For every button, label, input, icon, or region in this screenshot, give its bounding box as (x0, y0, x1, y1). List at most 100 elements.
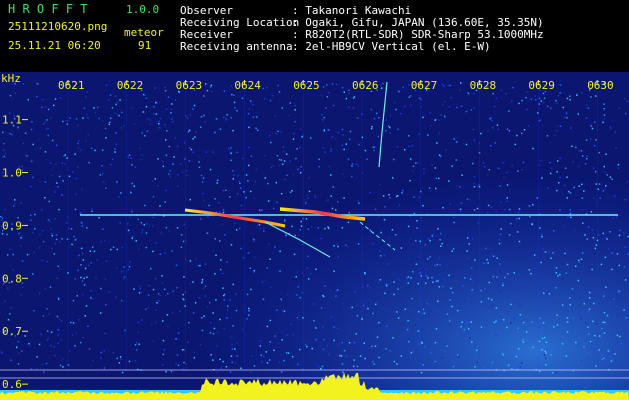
noise-dot (353, 365, 355, 368)
noise-dot (564, 252, 566, 255)
noise-dot (285, 153, 288, 155)
noise-dot (75, 193, 77, 196)
noise-dot (175, 338, 177, 340)
noise-dot (195, 258, 197, 261)
noise-dot (183, 361, 185, 364)
noise-dot (61, 238, 63, 240)
noise-dot (300, 225, 303, 227)
noise-dot (154, 178, 156, 180)
noise-dot (324, 285, 326, 287)
noise-dot (20, 237, 22, 239)
noise-dot (505, 92, 507, 95)
noise-dot (522, 161, 525, 164)
noise-dot (516, 134, 518, 137)
noise-dot (21, 235, 23, 237)
noise-dot (372, 146, 374, 149)
noise-dot (323, 129, 326, 132)
noise-dot (400, 247, 402, 249)
noise-dot (611, 268, 613, 271)
noise-dot (299, 147, 301, 149)
noise-dot (91, 298, 94, 300)
filename: 25111210620.png (8, 20, 108, 33)
noise-dot (576, 94, 578, 96)
noise-dot (294, 234, 296, 237)
noise-dot (555, 371, 557, 374)
noise-dot (422, 116, 424, 119)
noise-dot (384, 206, 386, 208)
noise-dot (161, 275, 163, 277)
noise-dot (299, 348, 301, 351)
noise-dot (384, 292, 386, 295)
noise-dot (77, 166, 79, 169)
noise-dot (30, 128, 33, 131)
noise-dot (553, 325, 555, 328)
noise-dot (206, 89, 209, 92)
noise-dot (239, 182, 241, 185)
noise-dot (451, 250, 453, 252)
noise-dot (331, 136, 334, 138)
noise-dot (291, 225, 293, 228)
noise-dot (364, 272, 366, 275)
noise-dot (70, 321, 72, 324)
noise-dot (483, 262, 485, 264)
noise-dot (2, 131, 4, 134)
noise-dot (598, 335, 601, 337)
noise-dot (443, 278, 445, 281)
noise-dot (598, 234, 600, 236)
noise-dot (408, 83, 410, 86)
noise-dot (148, 285, 150, 287)
noise-dot (364, 357, 366, 360)
noise-dot (585, 325, 588, 327)
noise-dot (575, 341, 577, 344)
noise-dot (170, 112, 172, 114)
noise-dot (595, 183, 597, 185)
noise-dot (189, 282, 191, 285)
noise-dot (434, 361, 437, 364)
noise-dot (487, 204, 490, 207)
noise-dot (328, 165, 330, 168)
x-tick-label: 0629 (528, 79, 555, 92)
noise-dot (617, 167, 620, 169)
noise-dot (393, 304, 395, 307)
noise-dot (119, 222, 121, 224)
noise-dot (34, 228, 36, 230)
noise-dot (436, 142, 438, 144)
noise-dot (78, 318, 80, 321)
noise-dot (300, 166, 302, 168)
noise-dot (232, 129, 234, 132)
noise-dot (588, 311, 590, 313)
noise-dot (236, 342, 238, 345)
noise-dot (237, 174, 239, 177)
noise-dot (230, 152, 232, 155)
noise-dot (172, 163, 174, 165)
noise-dot (229, 196, 231, 198)
noise-dot (585, 322, 587, 324)
noise-dot (379, 183, 381, 186)
noise-dot (605, 185, 607, 187)
noise-dot (85, 139, 87, 142)
noise-dot (425, 275, 428, 277)
noise-dot (506, 184, 509, 186)
noise-dot (581, 197, 583, 199)
noise-dot (583, 303, 585, 305)
noise-dot (122, 278, 125, 280)
noise-dot (435, 177, 437, 179)
noise-dot (149, 123, 152, 125)
noise-dot (576, 93, 578, 95)
noise-dot (468, 93, 470, 95)
noise-dot (146, 118, 149, 120)
noise-dot (30, 214, 32, 217)
noise-dot (550, 354, 552, 356)
noise-dot (83, 284, 86, 286)
noise-dot (137, 218, 139, 221)
noise-dot (546, 348, 548, 351)
noise-dot (226, 261, 228, 263)
noise-dot (264, 154, 267, 157)
noise-dot (88, 161, 90, 164)
noise-dot (170, 370, 173, 373)
noise-dot (145, 232, 148, 234)
noise-dot (401, 192, 403, 194)
noise-dot (129, 216, 131, 218)
noise-dot (321, 365, 324, 368)
noise-dot (46, 128, 48, 130)
